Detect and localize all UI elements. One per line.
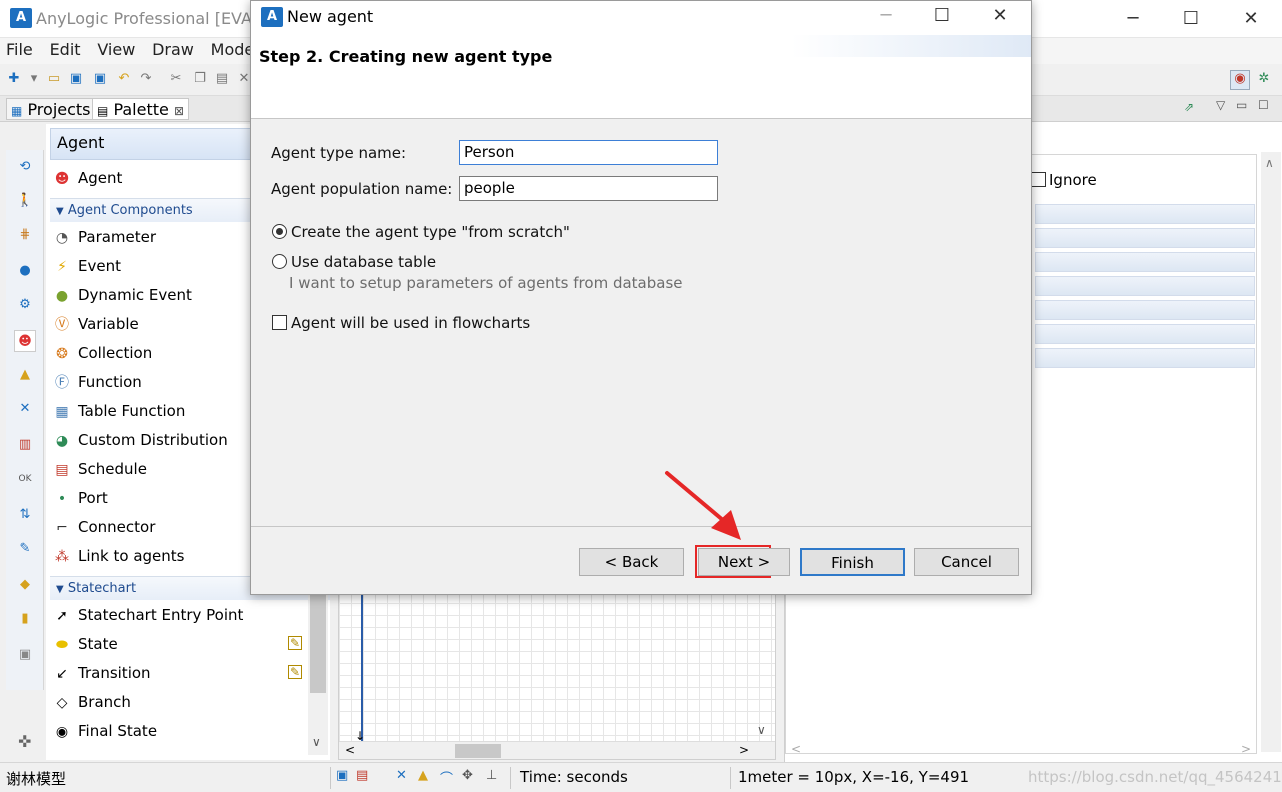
arrow-shaft <box>665 471 726 523</box>
annotation-arrow <box>665 471 741 540</box>
